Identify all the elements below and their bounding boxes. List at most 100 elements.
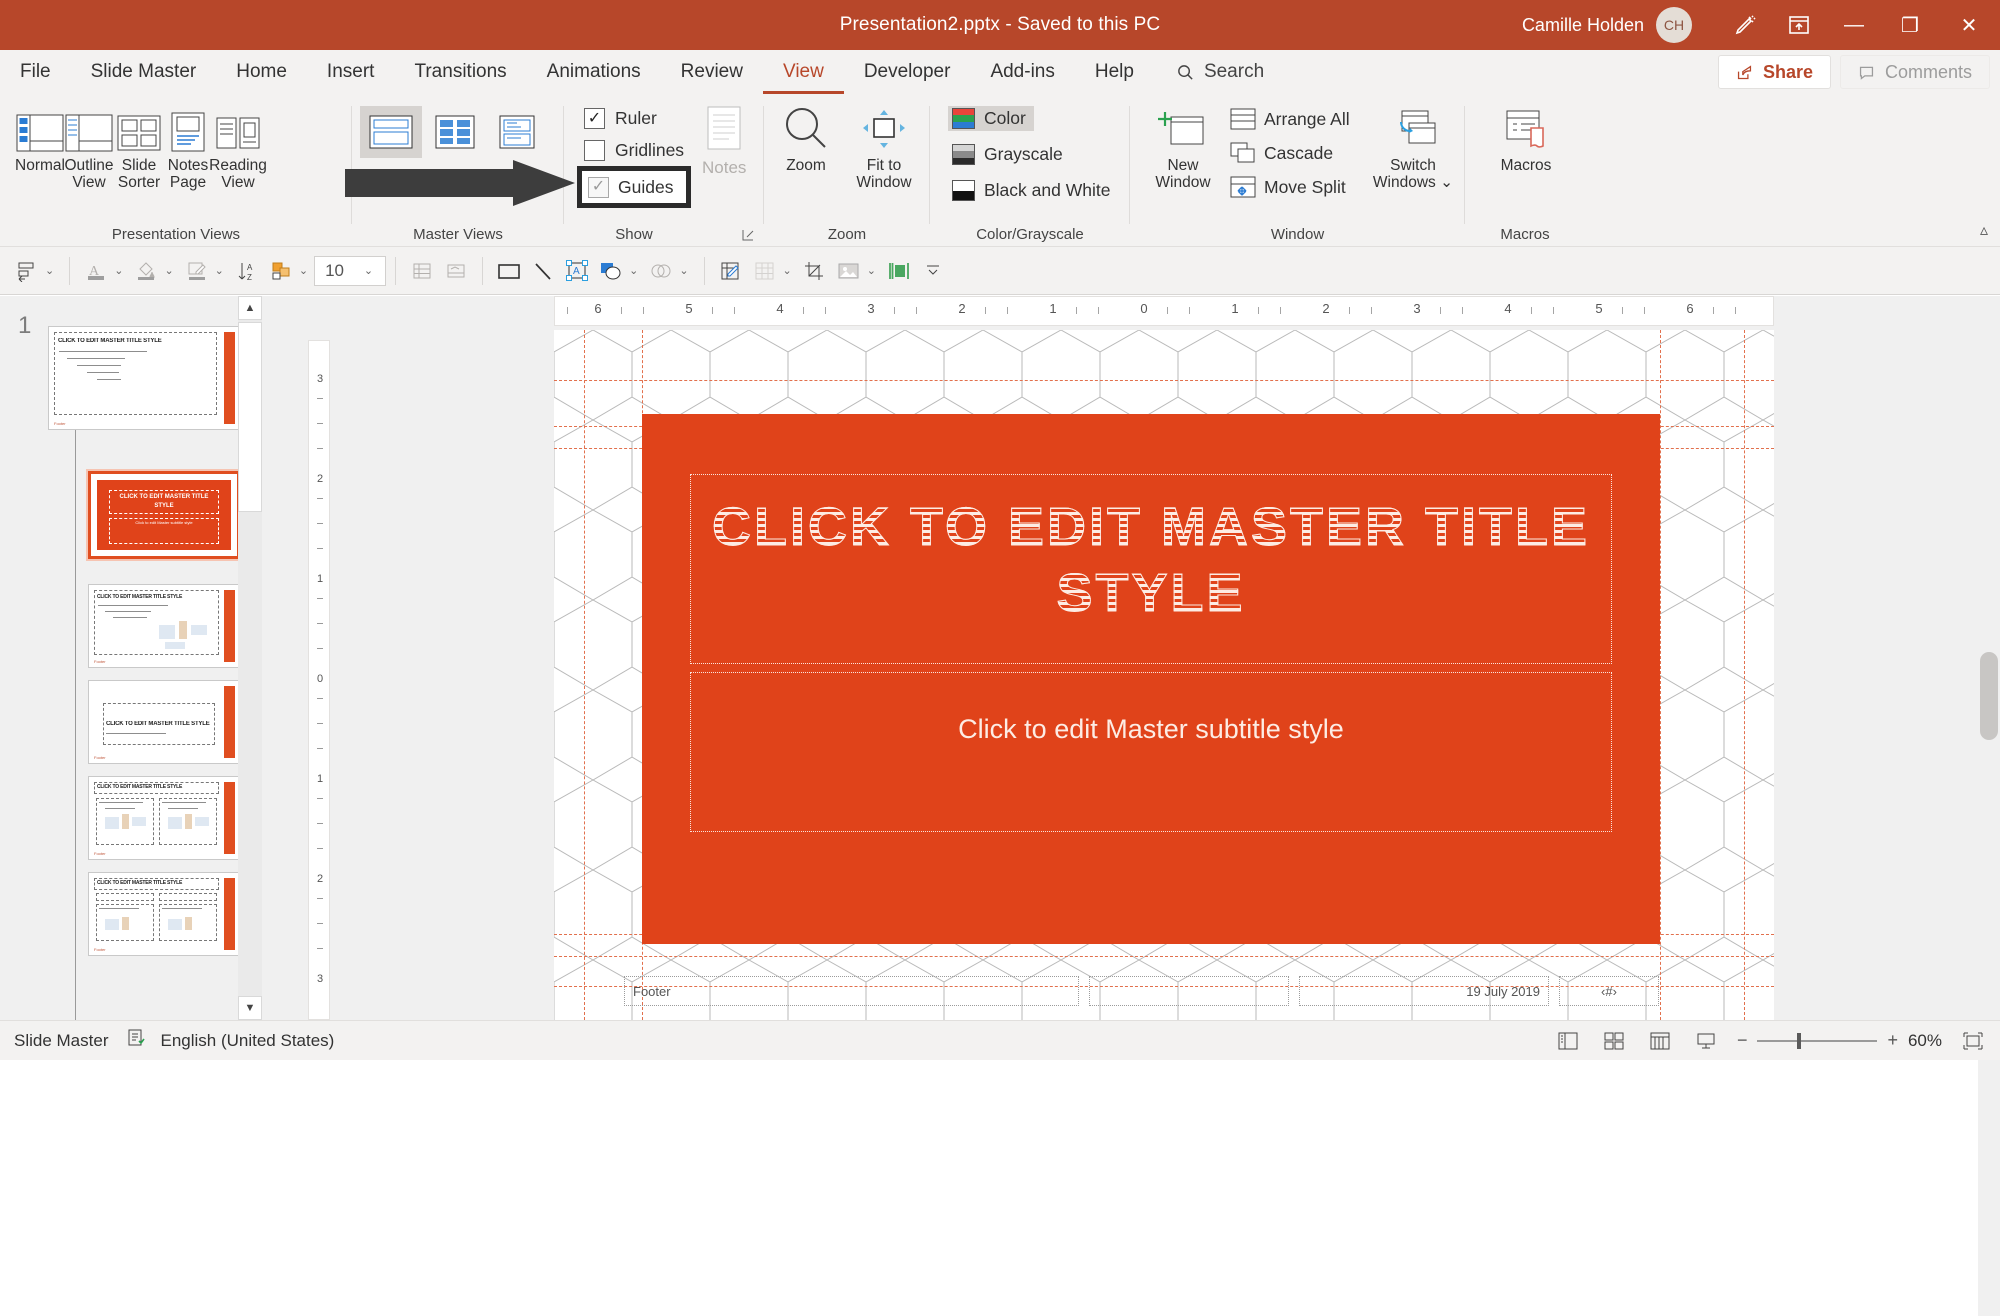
color-option[interactable]: Color	[948, 106, 1034, 131]
tab-developer[interactable]: Developer	[844, 50, 971, 94]
grayscale-option[interactable]: Grayscale	[948, 142, 1071, 167]
zoom-in-button[interactable]: +	[1887, 1030, 1898, 1051]
table-grid-icon[interactable]	[748, 254, 782, 288]
font-color-icon[interactable]: A	[79, 254, 113, 288]
slide-canvas[interactable]: CLICK TO EDIT MASTER TITLE STYLE Click t…	[554, 330, 1774, 1020]
thumbnail-two-content[interactable]: CLICK TO EDIT MASTER TITLE STYLE Footer	[88, 776, 240, 860]
align-distribute-icon[interactable]	[882, 254, 916, 288]
move-split-button[interactable]: Move Split	[1230, 176, 1346, 198]
subtitle-placeholder-outline[interactable]	[690, 672, 1612, 832]
minimize-button[interactable]: —	[1826, 0, 1882, 50]
font-color-caret-icon[interactable]: ⌄	[114, 264, 123, 277]
edit-shape-icon[interactable]	[714, 254, 748, 288]
tab-help[interactable]: Help	[1075, 50, 1154, 94]
crop-icon[interactable]	[798, 254, 832, 288]
font-size-input[interactable]: 10 ⌄	[314, 255, 387, 286]
checkbox-guides[interactable]: ✓ Guides	[582, 171, 686, 203]
pen-ink-icon[interactable]	[1718, 0, 1772, 50]
ribbon-display-options-icon[interactable]	[1772, 0, 1826, 50]
avatar[interactable]: CH	[1656, 7, 1692, 43]
tab-add-ins[interactable]: Add-ins	[970, 50, 1074, 94]
layout-thumbnail-pane[interactable]: 1 CLICK TO EDIT MASTER TITLE STYLE Foote…	[0, 296, 270, 1020]
tab-transitions[interactable]: Transitions	[394, 50, 526, 94]
shape-fill-icon[interactable]	[129, 254, 163, 288]
search-input[interactable]: Search	[1176, 61, 1264, 83]
tab-view[interactable]: View	[762, 50, 844, 94]
tab-home[interactable]: Home	[216, 50, 307, 94]
canvas-scrollbar-thumb[interactable]	[1980, 652, 1998, 740]
thumbnail-title-slide[interactable]: CLICK TO EDIT MASTER TITLE STYLE Click t…	[88, 471, 240, 559]
arrange-caret-icon[interactable]: ⌄	[299, 264, 308, 277]
footer-left-placeholder[interactable]: Footer	[624, 976, 1079, 1006]
align-objects-icon[interactable]	[10, 254, 44, 288]
status-language[interactable]: English (United States)	[160, 1031, 334, 1051]
slide-subtitle-text[interactable]: Click to edit Master subtitle style	[702, 714, 1600, 745]
status-slide-sorter-button[interactable]	[1599, 1028, 1629, 1054]
status-reading-view-button[interactable]	[1645, 1028, 1675, 1054]
slide-surface[interactable]: CLICK TO EDIT MASTER TITLE STYLE Click t…	[642, 414, 1660, 944]
thumbnail-title-content[interactable]: CLICK TO EDIT MASTER TITLE STYLE Footer	[88, 584, 240, 668]
shape-outline-caret-icon[interactable]: ⌄	[215, 264, 224, 277]
zoom-button[interactable]: Zoom	[772, 100, 840, 174]
table-caret-icon[interactable]: ⌄	[783, 264, 792, 277]
tab-review[interactable]: Review	[661, 50, 763, 94]
insert-header-footer-icon[interactable]	[439, 254, 473, 288]
show-dialog-launcher[interactable]	[741, 228, 757, 244]
arrange-all-button[interactable]: Arrange All	[1230, 108, 1350, 130]
footer-slide-number-placeholder[interactable]: ‹#›	[1559, 976, 1659, 1006]
thumbnail-scrollbar[interactable]: ▲ ▼	[238, 296, 262, 1020]
insert-table-icon[interactable]	[405, 254, 439, 288]
picture-icon[interactable]	[832, 254, 866, 288]
close-button[interactable]: ✕	[1938, 0, 2000, 50]
reading-view-button[interactable]: Reading View	[206, 100, 270, 191]
footer-date-placeholder[interactable]: 19 July 2019	[1299, 976, 1549, 1006]
restore-button[interactable]: ❐	[1882, 0, 1938, 50]
font-size-caret-icon[interactable]: ⌄	[364, 264, 373, 277]
checkbox-ruler[interactable]: ✓ Ruler	[584, 108, 657, 129]
line-shape-icon[interactable]	[526, 254, 560, 288]
merge-shapes-icon[interactable]	[644, 254, 678, 288]
fit-slide-to-window-icon[interactable]	[1958, 1028, 1988, 1054]
checkbox-gridlines[interactable]: Gridlines	[584, 140, 684, 161]
shapes-caret-icon[interactable]: ⌄	[629, 264, 638, 277]
slide-master-button[interactable]	[360, 106, 422, 158]
comments-button[interactable]: Comments	[1839, 55, 1990, 89]
footer-center-placeholder[interactable]	[1089, 976, 1289, 1006]
switch-windows-button[interactable]: Switch Windows ⌄	[1365, 100, 1461, 191]
thumbnail-comparison[interactable]: CLICK TO EDIT MASTER TITLE STYLE Footer	[88, 872, 240, 956]
slide-title-text[interactable]: CLICK TO EDIT MASTER TITLE STYLE	[702, 494, 1600, 626]
overflow-icon[interactable]	[916, 254, 950, 288]
collapse-ribbon-icon[interactable]: ▵	[1980, 220, 1988, 240]
scroll-up-arrow-icon[interactable]: ▲	[238, 296, 262, 320]
picture-caret-icon[interactable]: ⌄	[867, 264, 876, 277]
accessibility-checker-icon[interactable]	[126, 1028, 146, 1053]
macros-button[interactable]: Macros	[1487, 100, 1565, 174]
thumbnail-master[interactable]: CLICK TO EDIT MASTER TITLE STYLE Footer	[48, 326, 240, 430]
arrange-objects-icon[interactable]	[264, 254, 298, 288]
share-button[interactable]: Share	[1717, 55, 1831, 89]
new-window-button[interactable]: New Window	[1140, 100, 1226, 191]
handout-master-button[interactable]	[424, 106, 486, 158]
black-and-white-option[interactable]: Black and White	[948, 178, 1118, 203]
fit-to-window-button[interactable]: Fit to Window	[844, 100, 924, 191]
tab-slide-master[interactable]: Slide Master	[71, 50, 217, 94]
shape-outline-pen-icon[interactable]	[180, 254, 214, 288]
tab-file[interactable]: File	[0, 50, 71, 94]
zoom-out-button[interactable]: −	[1737, 1030, 1748, 1051]
rectangle-shape-icon[interactable]	[492, 254, 526, 288]
canvas-vertical-scrollbar[interactable]	[1978, 592, 2000, 1316]
scrollbar-thumb[interactable]	[238, 322, 262, 512]
align-caret-icon[interactable]: ⌄	[45, 264, 54, 277]
thumbnail-section-header[interactable]: CLICK TO EDIT MASTER TITLE STYLE Footer	[88, 680, 240, 764]
tab-insert[interactable]: Insert	[307, 50, 395, 94]
shapes-gallery-icon[interactable]	[594, 254, 628, 288]
notes-master-button[interactable]	[486, 106, 548, 158]
zoom-handle[interactable]	[1797, 1032, 1802, 1049]
zoom-slider[interactable]: − + 60%	[1737, 1030, 1942, 1051]
merge-caret-icon[interactable]: ⌄	[679, 264, 688, 277]
text-box-icon[interactable]: A	[560, 254, 594, 288]
zoom-track[interactable]	[1757, 1032, 1878, 1049]
cascade-button[interactable]: Cascade	[1230, 142, 1333, 164]
sort-icon[interactable]: AZ	[230, 254, 264, 288]
scroll-down-arrow-icon[interactable]: ▼	[238, 996, 262, 1020]
